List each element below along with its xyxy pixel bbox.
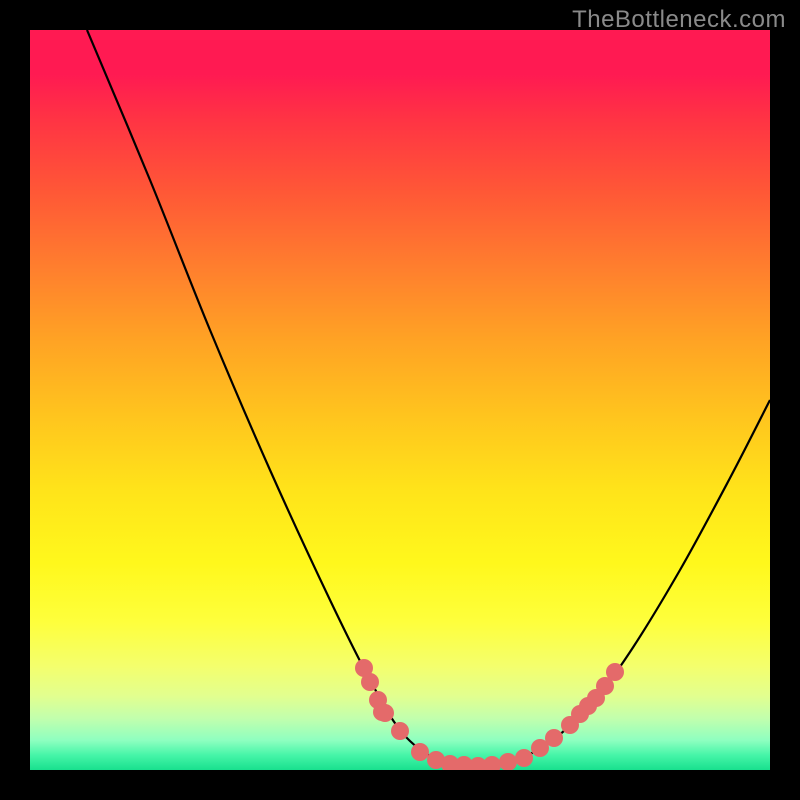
marker-dot: [499, 753, 517, 770]
bottleneck-curve: [87, 30, 770, 766]
marker-dot: [483, 756, 501, 770]
chart-stage: TheBottleneck.com: [0, 0, 800, 800]
marker-dot: [606, 663, 624, 681]
plot-area: [30, 30, 770, 770]
marker-dot: [515, 749, 533, 767]
marker-dot: [361, 673, 379, 691]
marker-dot: [391, 722, 409, 740]
marker-dot: [545, 729, 563, 747]
data-markers: [355, 659, 624, 770]
marker-dot: [411, 743, 429, 761]
marker-dot: [376, 704, 394, 722]
curve-svg: [30, 30, 770, 770]
